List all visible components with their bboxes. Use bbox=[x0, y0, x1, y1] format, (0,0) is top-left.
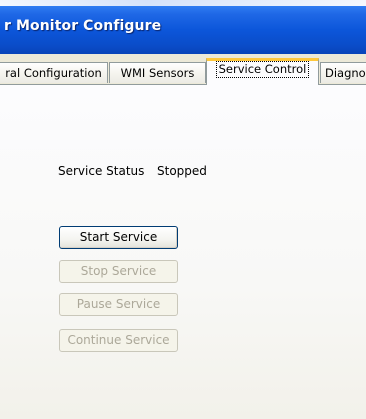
service-control-panel: Service Status Stopped Start Service Sto… bbox=[0, 85, 366, 419]
title-bar[interactable]: r Monitor Configure bbox=[0, 0, 366, 54]
tab-diagnostics[interactable]: Diagno bbox=[320, 62, 366, 83]
title-bar-highlight bbox=[0, 0, 366, 6]
service-status-value: Stopped bbox=[157, 164, 207, 178]
continue-service-button[interactable]: Continue Service bbox=[59, 329, 178, 352]
tab-general-configuration[interactable]: ral Configuration bbox=[0, 62, 108, 83]
window-title: r Monitor Configure bbox=[4, 18, 162, 34]
tab-label: ral Configuration bbox=[5, 66, 102, 80]
stop-service-button[interactable]: Stop Service bbox=[59, 260, 178, 283]
service-status-label: Service Status bbox=[58, 164, 145, 178]
tab-label: WMI Sensors bbox=[120, 66, 195, 80]
tab-strip: ral Configuration WMI Sensors Service Co… bbox=[0, 54, 366, 85]
tab-label: Service Control bbox=[215, 61, 310, 78]
pause-service-button[interactable]: Pause Service bbox=[59, 293, 178, 316]
tab-wmi-sensors[interactable]: WMI Sensors bbox=[109, 62, 206, 83]
start-service-button[interactable]: Start Service bbox=[59, 226, 178, 249]
tab-label: Diagno bbox=[325, 66, 366, 80]
tab-service-control[interactable]: Service Control bbox=[206, 58, 319, 85]
configure-window: r Monitor Configure ral Configuration WM… bbox=[0, 0, 366, 419]
